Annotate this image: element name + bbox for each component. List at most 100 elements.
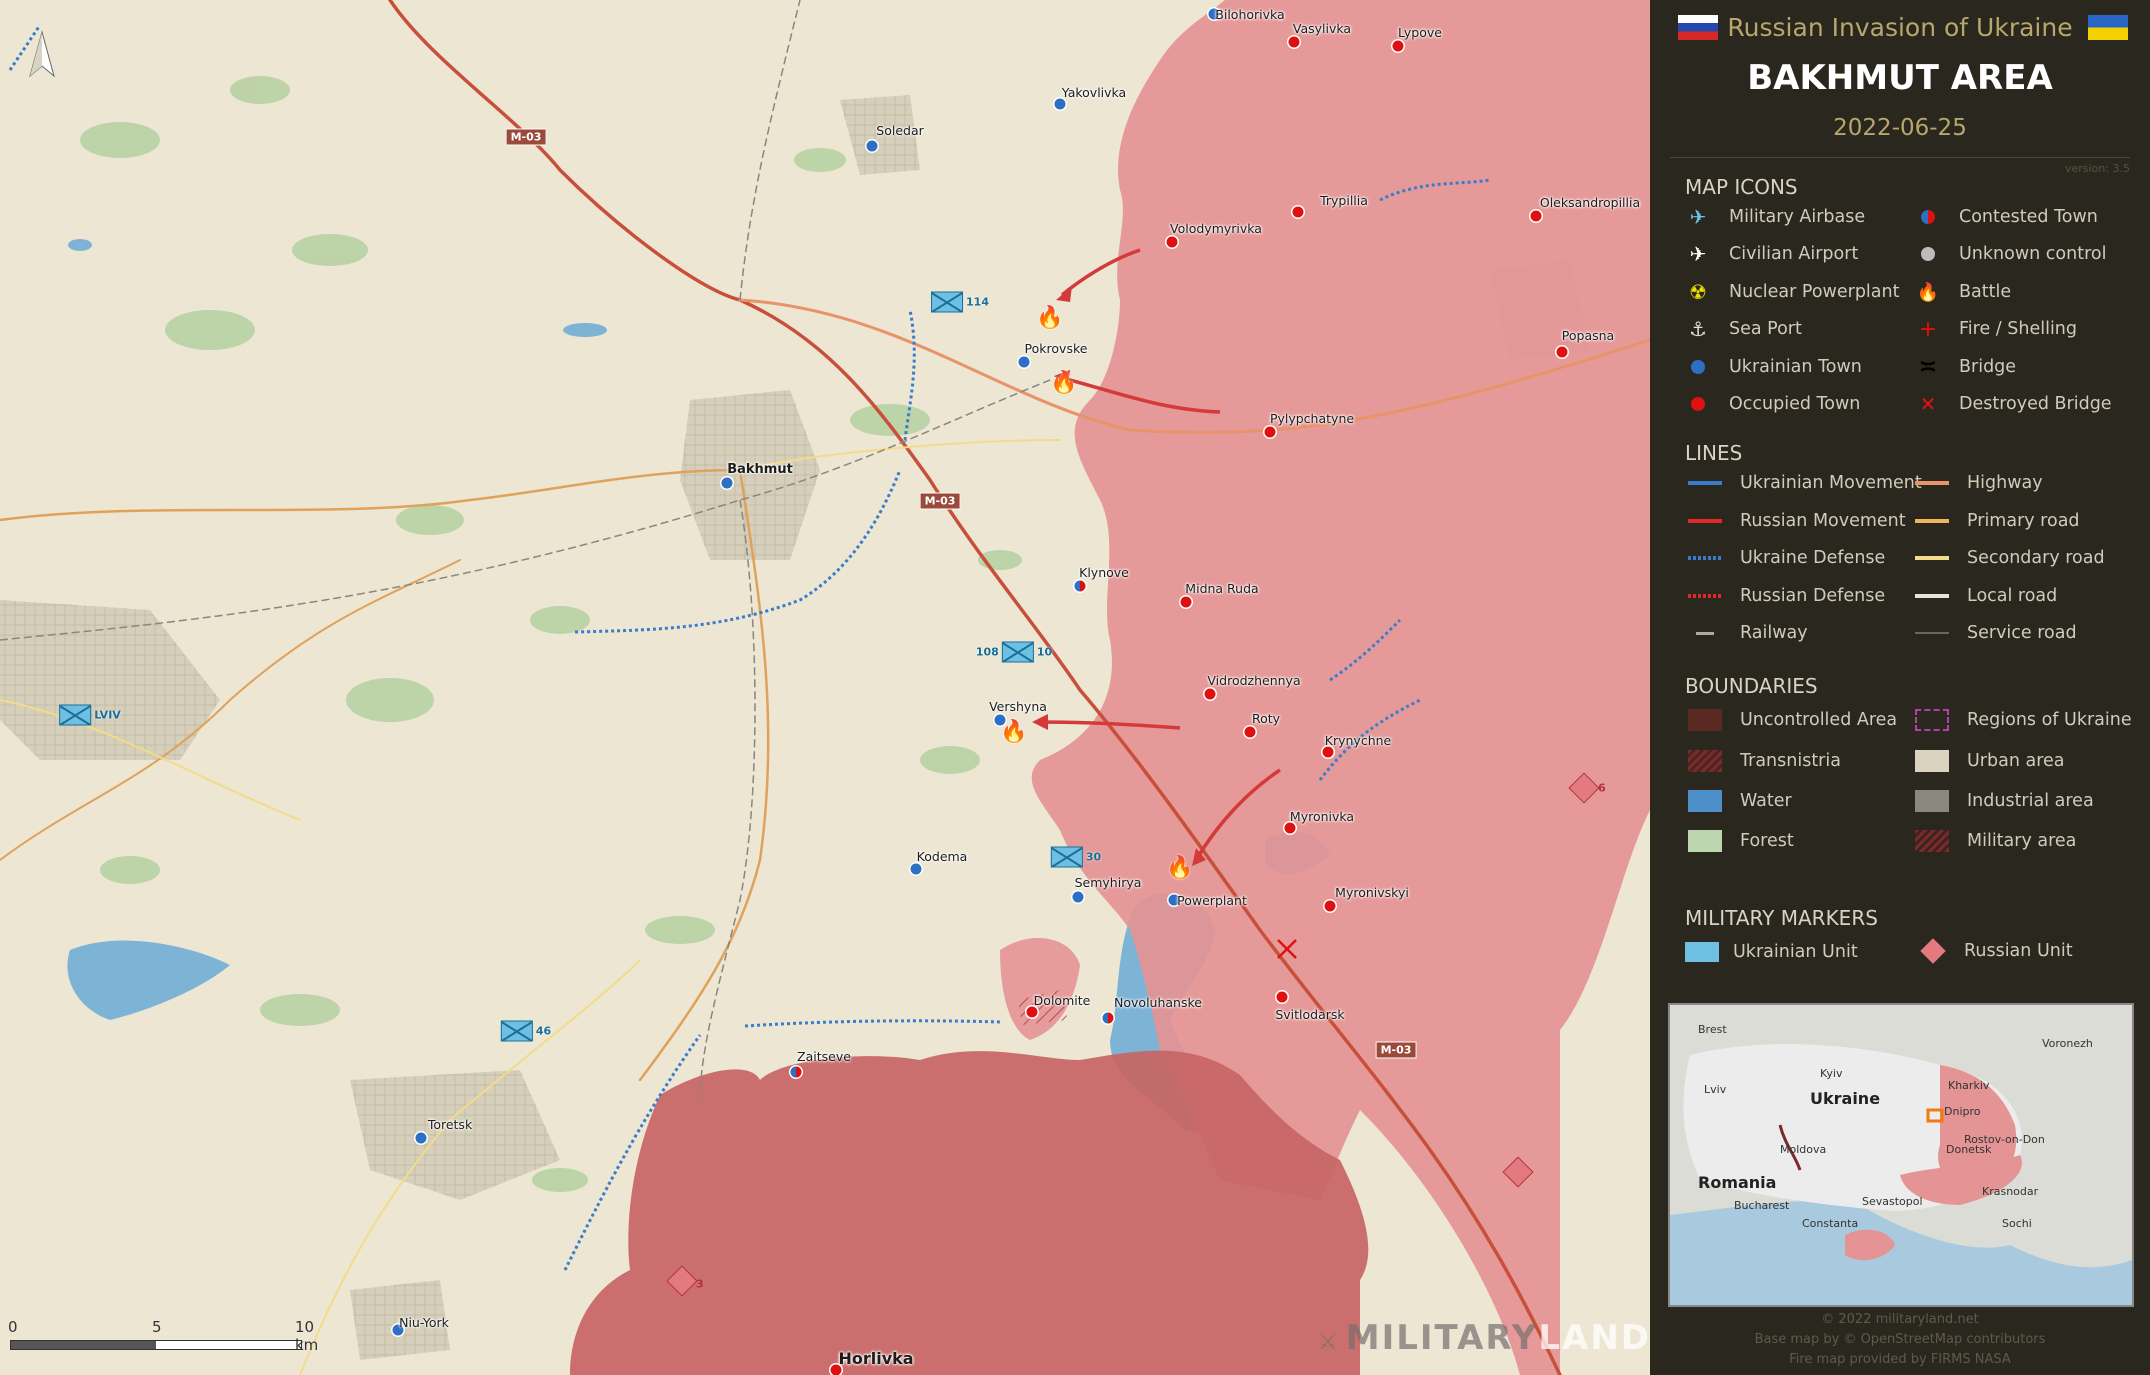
town-dot-myronivskyi[interactable] xyxy=(1324,900,1336,912)
town-dot-pylypchatyne[interactable] xyxy=(1264,426,1276,438)
legend-boundary-item: Forest xyxy=(1688,830,1794,852)
town-dot-oleksandropillia[interactable] xyxy=(1530,210,1542,222)
town-dot-myronivka[interactable] xyxy=(1284,822,1296,834)
overview-minimap[interactable]: Brest Voronezh Kyiv Kharkiv Lviv Ukraine… xyxy=(1668,1003,2134,1307)
legend-line-item: Ukrainian Movement xyxy=(1688,473,1922,493)
town-dot-semyhirya[interactable] xyxy=(1072,891,1084,903)
airport-icon: ✈ xyxy=(1689,242,1707,266)
ukrainian-unit-marker[interactable]: 30 xyxy=(1050,846,1101,868)
town-dot-popasna[interactable] xyxy=(1556,346,1568,358)
credit-line: Base map by © OpenStreetMap contributors xyxy=(1754,1332,2046,1347)
legend-item: 🔥 Battle xyxy=(1916,281,2012,303)
town-dot-pokrovske[interactable] xyxy=(1018,356,1030,368)
town-dot-bakhmut[interactable] xyxy=(721,477,733,489)
scale-label-mid: 5 xyxy=(152,1318,162,1336)
town-label-myronivka: Myronivka xyxy=(1289,809,1355,824)
town-label-powerplant: Powerplant xyxy=(1177,893,1247,908)
legend-item: Contested Town xyxy=(1915,206,2098,228)
town-label-toretsk: Toretsk xyxy=(427,1117,473,1132)
town-dot-roty[interactable] xyxy=(1244,726,1256,738)
town-label-svitlodarsk: Svitlodarsk xyxy=(1275,1007,1345,1022)
legend-line-item: Russian Movement xyxy=(1688,511,1906,531)
battle-fire-icon[interactable]: 🔥 xyxy=(1050,371,1077,396)
legend-item: ✈ Military Airbase xyxy=(1685,205,1866,229)
legend-item: + Fire / Shelling xyxy=(1915,317,2077,342)
town-label-bilohorivka: Bilohorivka xyxy=(1215,7,1285,22)
version-label: version: 3.5 xyxy=(2065,162,2130,175)
ukrainian-unit-marker[interactable]: 46 xyxy=(500,1020,551,1042)
battle-fire-icon[interactable]: 🔥 xyxy=(1000,720,1027,745)
town-dot-kodema[interactable] xyxy=(910,863,922,875)
map-date: 2022-06-25 xyxy=(1833,115,1967,141)
legend-marker-item: Ukrainian Unit xyxy=(1685,942,1858,962)
anchor-icon: ⚓ xyxy=(1689,317,1707,341)
minimap-label: Krasnodar xyxy=(1982,1185,2039,1198)
town-dot-toretsk[interactable] xyxy=(415,1132,427,1144)
town-dot-novoluhanske[interactable] xyxy=(1102,1012,1114,1024)
credit-line: Fire map provided by FIRMS NASA xyxy=(1789,1352,2011,1367)
legend-line-item: Ukraine Defense xyxy=(1688,548,1885,568)
scale-label-end: 10 km xyxy=(295,1318,319,1354)
town-label-myronivskyi: Myronivskyi xyxy=(1335,885,1409,900)
occupied-zone-south xyxy=(570,1050,1369,1375)
section-lines: LINES xyxy=(1685,441,1743,465)
legend-panel: Russian Invasion of Ukraine BAKHMUT AREA… xyxy=(1650,0,2150,1375)
scale-bar: 0 5 10 km xyxy=(8,1318,318,1354)
legend-line-item: Primary road xyxy=(1915,511,2080,531)
russian-unit-number: 3 xyxy=(696,1277,704,1291)
town-label-vasylivka: Vasylivka xyxy=(1292,21,1352,36)
road-label-m03: M-03 xyxy=(1375,1041,1417,1059)
airbase-icon: ✈ xyxy=(1689,205,1707,229)
town-label-trypillia: Trypillia xyxy=(1320,193,1368,208)
minimap-label: Brest xyxy=(1698,1023,1727,1036)
town-label-pokrovske: Pokrovske xyxy=(1024,341,1088,356)
town-label-dolomite: Dolomite xyxy=(1033,993,1091,1008)
legend-item: Occupied Town xyxy=(1685,393,1860,415)
minimap-label: Dnipro xyxy=(1944,1105,1981,1118)
minimap-label: Rostov-on-Don xyxy=(1964,1133,2045,1146)
town-dot-vasylivka[interactable] xyxy=(1288,36,1300,48)
legend-line-item: Secondary road xyxy=(1915,548,2105,568)
town-dot-vidrodzhennya[interactable] xyxy=(1204,688,1216,700)
town-dot-krynychne[interactable] xyxy=(1322,746,1334,758)
legend-line-item: Russian Defense xyxy=(1688,586,1885,606)
town-dot-volodymyrivka[interactable] xyxy=(1166,236,1178,248)
town-label-midna-ruda: Midna Ruda xyxy=(1185,581,1259,596)
destroyed-bridge-icon: ✕ xyxy=(1919,392,1937,416)
ukrainian-unit-marker[interactable]: 114 xyxy=(931,291,989,313)
town-dot-klynove[interactable] xyxy=(1074,580,1086,592)
divider xyxy=(1670,157,2130,158)
town-dot-soledar[interactable] xyxy=(866,140,878,152)
town-label-popasna: Popasna xyxy=(1561,328,1615,343)
arrow-line-icon xyxy=(1688,519,1722,523)
militaryland-logo: ⚔ MILITARYLAND xyxy=(1318,1318,1650,1358)
minimap-label: Kharkiv xyxy=(1948,1079,1990,1092)
town-dot-yakovlivka[interactable] xyxy=(1054,98,1066,110)
town-dot-svitlodarsk[interactable] xyxy=(1276,991,1288,1003)
legend-item: Unknown control xyxy=(1915,243,2106,265)
legend-boundary-item: Military area xyxy=(1915,830,2076,852)
ukrainian-unit-marker[interactable]: 108 10 xyxy=(976,641,1052,663)
battle-map[interactable]: Bilohorivka Vasylivka Lypove Yakovlivka … xyxy=(0,0,1650,1375)
ukrainian-unit-marker[interactable]: LVIV xyxy=(59,704,121,726)
town-dot-dolomite[interactable] xyxy=(1026,1006,1038,1018)
credits: © 2022 militaryland.net Base map by © Op… xyxy=(1650,1310,2150,1370)
legend-boundary-item: Uncontrolled Area xyxy=(1688,709,1897,731)
minimap-label: Moldova xyxy=(1780,1143,1827,1156)
town-label-horlivka: Horlivka xyxy=(838,1349,914,1368)
arrow-line-icon xyxy=(1688,481,1722,485)
legend-line-item: Railway xyxy=(1688,623,1808,643)
legend-item: ≍ Bridge xyxy=(1915,355,2016,380)
battle-fire-icon[interactable]: 🔥 xyxy=(1166,856,1193,881)
town-dot-zaitseve[interactable] xyxy=(790,1066,802,1078)
town-dot-trypillia[interactable] xyxy=(1292,206,1304,218)
scale-label-zero: 0 xyxy=(8,1318,18,1336)
town-label-niu-york: Niu-York xyxy=(399,1315,449,1330)
battle-fire-icon[interactable]: 🔥 xyxy=(1036,306,1063,331)
legend-item: Ukrainian Town xyxy=(1685,356,1862,378)
area-title: BAKHMUT AREA xyxy=(1747,58,2053,98)
town-label-oleksandropillia: Oleksandropillia xyxy=(1539,195,1641,210)
town-label-vidrodzhennya: Vidrodzhennya xyxy=(1207,673,1301,688)
town-dot-midna-ruda[interactable] xyxy=(1180,596,1192,608)
town-dot-lypove[interactable] xyxy=(1392,40,1404,52)
